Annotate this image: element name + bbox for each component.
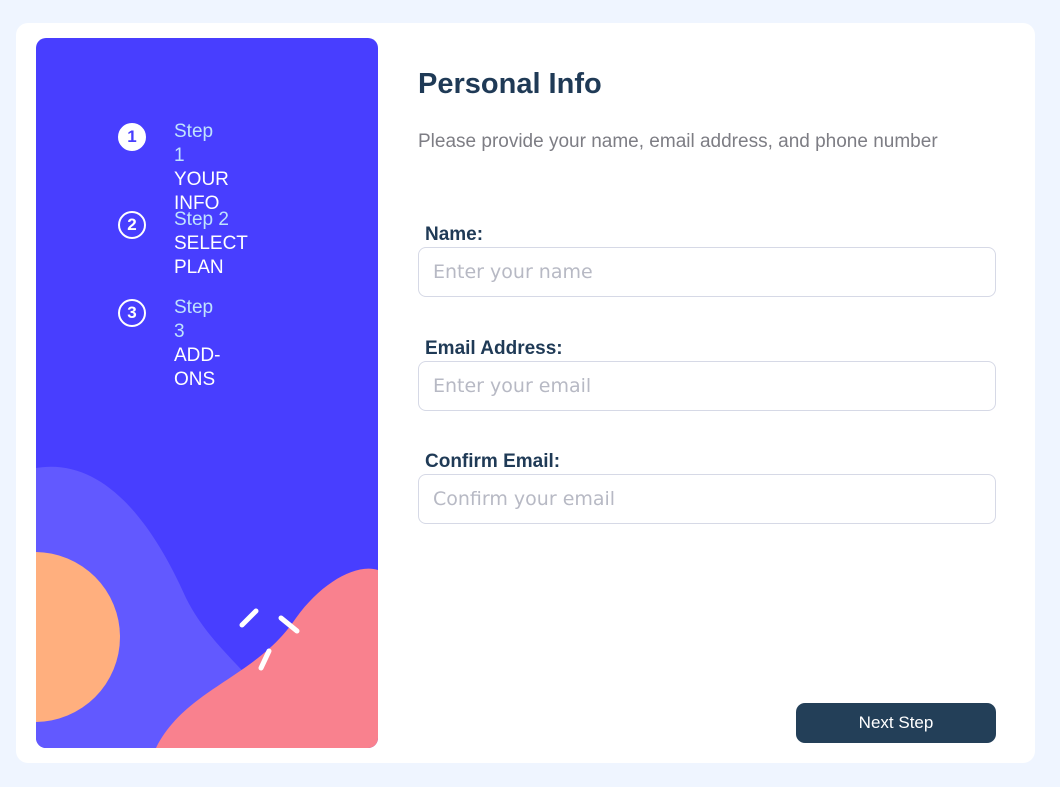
step-title: SELECT PLAN [174, 233, 248, 278]
step-label: Step 3 [174, 297, 214, 342]
name-input[interactable] [418, 247, 996, 297]
email-field-group: Email Address: [418, 337, 996, 411]
step-label: Step 1 [174, 121, 214, 166]
form-card: 1 Step 1 YOUR INFO 2 Step 2 SELECT PLAN … [16, 23, 1035, 763]
page-subtitle: Please provide your name, email address,… [418, 131, 938, 152]
name-label: Name: [425, 224, 484, 245]
decor-dash-1 [239, 608, 259, 628]
confirm-email-input[interactable] [418, 474, 996, 524]
page-title: Personal Info [418, 68, 602, 100]
email-input[interactable] [418, 361, 996, 411]
name-field-group: Name: [418, 223, 996, 297]
confirm-email-label: Confirm Email: [425, 451, 561, 472]
main-panel: Personal Info Please provide your name, … [418, 23, 996, 763]
step-label: Step 2 [174, 209, 229, 230]
step-title: ADD-ONS [174, 345, 221, 390]
steps-sidebar: 1 Step 1 YOUR INFO 2 Step 2 SELECT PLAN … [36, 38, 378, 748]
confirm-email-field-group: Confirm Email: [418, 450, 996, 524]
email-label: Email Address: [425, 338, 563, 359]
step-number-badge: 1 [118, 123, 146, 151]
next-step-button[interactable]: Next Step [796, 703, 996, 743]
step-number-badge: 2 [118, 211, 146, 239]
step-number-badge: 3 [118, 299, 146, 327]
